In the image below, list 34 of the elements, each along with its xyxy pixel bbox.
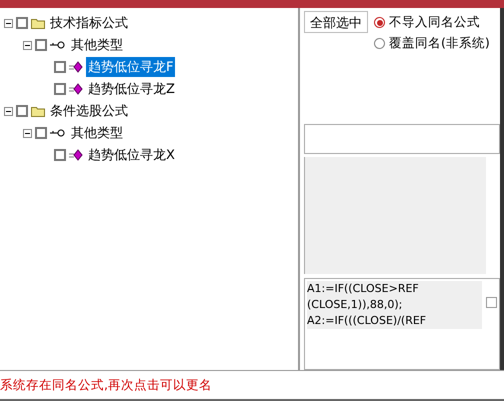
tree-item[interactable]: 条件选股公式 [48, 101, 130, 121]
folder-icon [31, 17, 45, 29]
expand-toggle[interactable] [4, 106, 13, 116]
radio-label: 不导入同名公式 [389, 14, 480, 31]
tree-item[interactable]: 趋势低位寻龙Z [86, 79, 177, 99]
key-icon [50, 40, 66, 50]
checkbox[interactable] [16, 17, 28, 29]
radio-button[interactable] [374, 17, 385, 28]
select-all-button[interactable]: 全部选中 [304, 11, 368, 33]
checkbox[interactable] [16, 105, 28, 117]
tree-item[interactable]: 其他类型 [69, 35, 125, 55]
checkbox[interactable] [486, 297, 497, 308]
formula-text: A1:=IF((CLOSE>REF (CLOSE,1)),88,0); A2:=IF(((CLOSE)/(REF [307, 281, 482, 329]
checkbox[interactable] [35, 39, 47, 51]
diamond-icon [69, 149, 83, 161]
tree-item[interactable]: 其他类型 [69, 123, 125, 143]
expand-toggle[interactable] [23, 128, 32, 138]
checkbox[interactable] [35, 127, 47, 139]
folder-icon [31, 105, 45, 117]
expand-toggle[interactable] [4, 18, 13, 28]
radio-button[interactable] [374, 38, 385, 49]
status-message: 系统存在同名公式,再次点击可以更名 [0, 376, 212, 394]
diamond-icon [69, 83, 83, 95]
input-field[interactable] [304, 124, 500, 154]
tree-item[interactable]: 技术指标公式 [48, 13, 130, 33]
expand-toggle[interactable] [23, 40, 32, 50]
key-icon [50, 128, 66, 138]
tree-item[interactable]: 趋势低位寻龙F [86, 57, 176, 77]
tree-item[interactable]: 趋势低位寻龙X [86, 145, 177, 165]
checkbox[interactable] [54, 61, 66, 73]
checkbox[interactable] [54, 149, 66, 161]
radio-label: 覆盖同名(非系统) [389, 35, 490, 52]
diamond-icon [69, 61, 83, 73]
checkbox[interactable] [54, 83, 66, 95]
